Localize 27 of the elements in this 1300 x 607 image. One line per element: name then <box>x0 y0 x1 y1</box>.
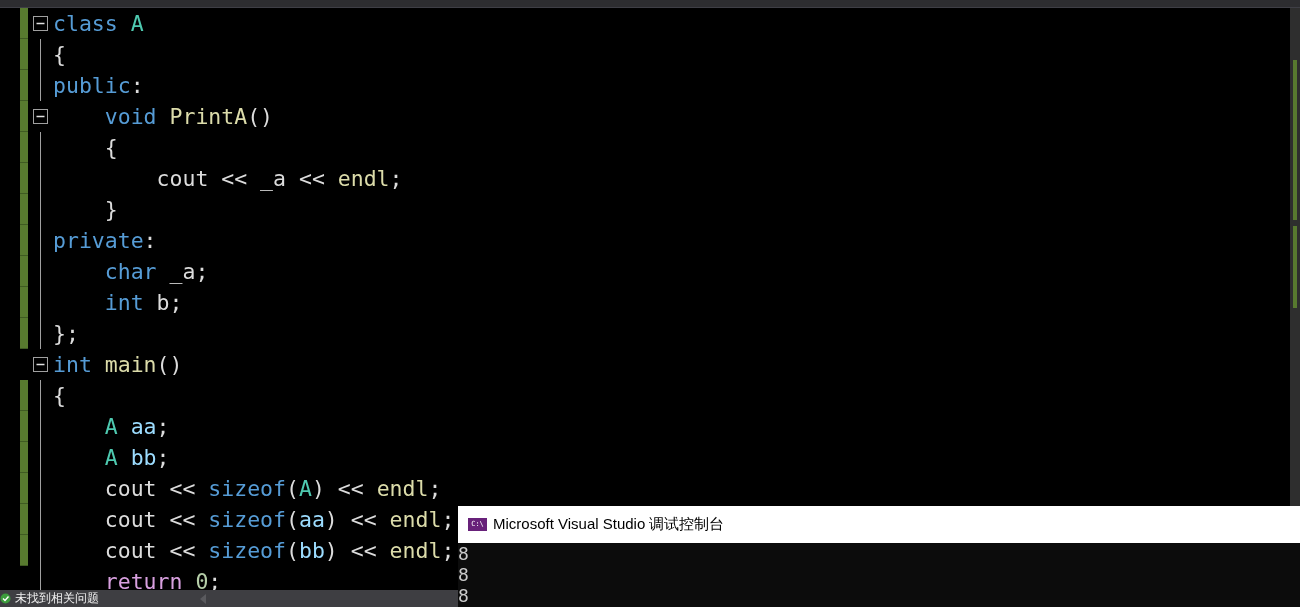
code-line: } <box>103 196 118 224</box>
collapse-icon[interactable] <box>33 357 48 372</box>
code-line: cout << sizeof(aa) << endl; <box>103 506 455 534</box>
status-text: 未找到相关问题 <box>15 590 99 607</box>
code-line: void PrintA() <box>103 103 274 131</box>
code-line: cout << _a << endl; <box>155 165 403 193</box>
code-line: { <box>53 382 66 410</box>
code-line: A bb; <box>103 444 170 472</box>
code-line: private: <box>53 227 157 255</box>
console-output-line: 8 <box>458 564 470 585</box>
code-line: cout << sizeof(A) << endl; <box>103 475 442 503</box>
code-line: char _a; <box>103 258 209 286</box>
code-line: { <box>53 41 66 69</box>
code-line: { <box>103 134 118 162</box>
collapse-icon[interactable] <box>33 109 48 124</box>
code-line: public: <box>53 72 144 100</box>
code-line: cout << sizeof(bb) << endl; <box>103 537 455 565</box>
console-output-line: 8 <box>458 585 470 606</box>
collapse-icon[interactable] <box>33 16 48 31</box>
code-line: }; <box>53 320 79 348</box>
code-line: class A <box>53 10 144 38</box>
console-output-line: 8 <box>458 543 470 564</box>
code-line: int main() <box>53 351 183 379</box>
check-circle-icon <box>0 593 11 604</box>
code-line: A aa; <box>103 413 170 441</box>
code-line: int b; <box>103 289 183 317</box>
console-title: Microsoft Visual Studio 调试控制台 <box>493 514 725 535</box>
